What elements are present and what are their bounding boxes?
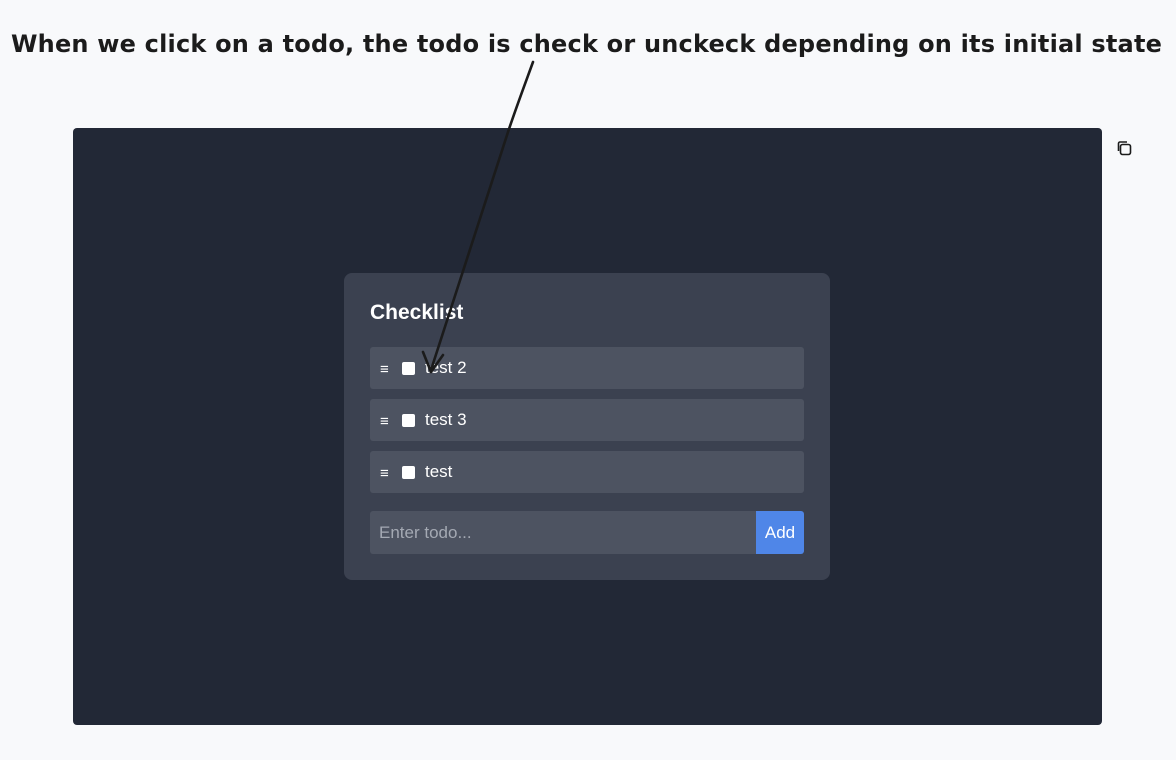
drag-handle-icon[interactable]: ≡ — [380, 414, 396, 429]
todo-checkbox[interactable] — [402, 413, 415, 427]
todo-label: test — [425, 462, 453, 481]
todo-item[interactable]: ≡ test 2 — [370, 347, 804, 389]
todo-checkbox[interactable] — [402, 361, 415, 375]
todo-input[interactable] — [370, 511, 756, 554]
todo-item[interactable]: ≡ test — [370, 451, 804, 493]
todo-list: ≡ test 2 ≡ test 3 ≡ test — [370, 347, 804, 503]
todo-checkbox[interactable] — [402, 465, 415, 479]
drag-handle-icon[interactable]: ≡ — [380, 466, 396, 481]
page: When we click on a todo, the todo is che… — [0, 0, 1176, 760]
todo-label: test 2 — [425, 358, 467, 377]
drag-handle-icon[interactable]: ≡ — [380, 362, 396, 377]
checklist-title: Checklist — [370, 301, 464, 324]
todo-item[interactable]: ≡ test 3 — [370, 399, 804, 441]
copy-icon — [1115, 139, 1133, 162]
copy-button[interactable] — [1112, 138, 1136, 162]
annotation-text: When we click on a todo, the todo is che… — [11, 30, 1163, 58]
add-todo-row: Add — [370, 511, 804, 554]
checklist-card: Checklist ≡ test 2 ≡ test 3 ≡ test Enter… — [344, 273, 830, 580]
add-button[interactable]: Add — [756, 511, 804, 554]
todo-label: test 3 — [425, 410, 467, 429]
preview-panel: Checklist ≡ test 2 ≡ test 3 ≡ test Enter… — [73, 128, 1102, 725]
